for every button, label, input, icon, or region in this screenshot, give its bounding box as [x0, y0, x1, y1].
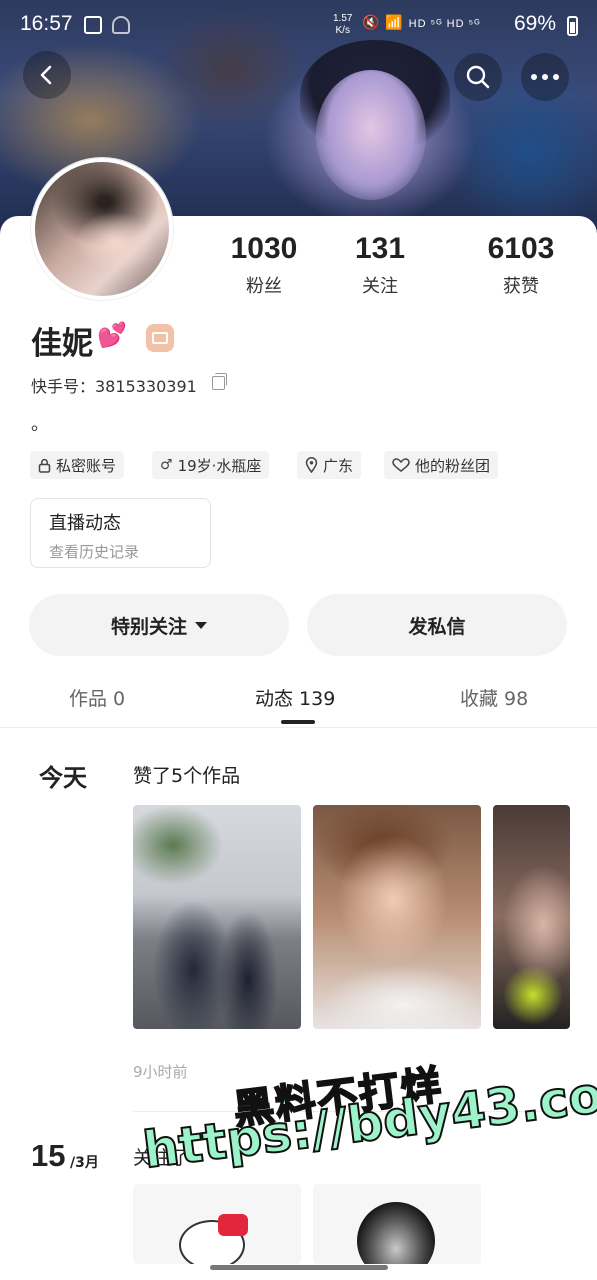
- feed-action: 赞了5个作品: [133, 765, 241, 787]
- more-button[interactable]: [521, 53, 569, 101]
- cover-photo-detail: [316, 70, 426, 200]
- net-speed-unit: K/s: [335, 25, 350, 36]
- stat-following[interactable]: 131 关注: [335, 232, 425, 298]
- stat-fans-label: 粉丝: [246, 276, 282, 297]
- home-indicator[interactable]: [210, 1265, 388, 1270]
- chevron-left-icon: [40, 65, 52, 85]
- status-right-icons: 🔇 📶 HD ⁵ᴳ HD ⁵ᴳ: [362, 14, 481, 31]
- tag-private-account[interactable]: 私密账号: [30, 451, 125, 479]
- gallery-notification-icon: [84, 16, 102, 34]
- level-badge-icon[interactable]: [146, 324, 174, 352]
- male-icon: ♂: [160, 457, 173, 473]
- wifi-icon: 📶: [385, 14, 404, 30]
- more-dots-icon: [531, 74, 559, 80]
- lock-icon: [38, 458, 51, 473]
- followed-user-card[interactable]: [133, 1184, 301, 1264]
- stat-likes-label: 获赞: [503, 276, 539, 297]
- profile-bio: 。: [31, 414, 49, 435]
- status-time: 16:57: [20, 12, 73, 35]
- special-follow-label: 特别关注: [110, 615, 187, 638]
- signal-text: HD ⁵ᴳ HD ⁵ᴳ: [408, 18, 481, 30]
- feed-date-month: /3月: [70, 1155, 99, 1171]
- tab-moments[interactable]: 动态 139: [255, 684, 335, 711]
- liked-work-thumbnail[interactable]: [313, 805, 481, 1029]
- tag-label: 私密账号: [56, 456, 117, 475]
- feed-action: 关注了: [133, 1147, 191, 1169]
- hearts-emoji: 💕: [97, 321, 127, 349]
- feed-date-day: 15: [31, 1138, 66, 1173]
- kuaishou-id: 快手号：3815330391: [31, 377, 197, 396]
- tag-label: 广东: [323, 456, 354, 475]
- search-icon: [466, 65, 490, 89]
- profile-name: 佳妮: [31, 326, 93, 362]
- stat-following-value: 131: [354, 232, 406, 265]
- battery-icon: [567, 16, 578, 36]
- status-bar: 16:57 1.57 K/s 🔇 📶 HD ⁵ᴳ HD ⁵ᴳ 69%: [0, 0, 597, 52]
- send-message-label: 发私信: [408, 615, 466, 638]
- user-avatar: [357, 1202, 435, 1264]
- tag-label: 19岁·水瓶座: [177, 456, 262, 475]
- app-notification-icon: [112, 16, 130, 34]
- liked-work-thumbnail[interactable]: [493, 805, 570, 1029]
- tab-favorites[interactable]: 收藏 98: [460, 684, 528, 711]
- stat-fans-value: 1030: [230, 232, 298, 265]
- divider: [0, 727, 597, 728]
- net-speed: 1.57 K/s: [333, 13, 352, 37]
- feed-time-ago: 9小时前: [133, 1063, 188, 1081]
- bow-icon: [218, 1214, 248, 1236]
- special-follow-button[interactable]: 特别关注: [29, 594, 289, 656]
- avatar[interactable]: [31, 158, 173, 300]
- back-button[interactable]: [23, 51, 71, 99]
- send-message-button[interactable]: 发私信: [307, 594, 567, 656]
- stat-fans[interactable]: 1030 粉丝: [205, 232, 323, 298]
- tag-age-zodiac[interactable]: ♂ 19岁·水瓶座: [152, 451, 270, 479]
- search-button[interactable]: [454, 53, 502, 101]
- followed-user-card[interactable]: [313, 1184, 481, 1264]
- tab-works[interactable]: 作品 0: [69, 684, 125, 711]
- stat-following-label: 关注: [362, 276, 398, 297]
- tag-fan-club[interactable]: 他的粉丝团: [384, 451, 499, 479]
- location-icon: [305, 457, 318, 473]
- live-history-subtitle: 查看历史记录: [49, 543, 140, 561]
- net-speed-value: 1.57: [333, 13, 353, 24]
- feed-day: 今天: [39, 764, 87, 792]
- tag-label: 他的粉丝团: [415, 456, 491, 475]
- live-history-title: 直播动态: [49, 513, 121, 534]
- tag-location[interactable]: 广东: [297, 451, 362, 479]
- live-history-card[interactable]: 直播动态 查看历史记录: [30, 498, 211, 568]
- active-tab-indicator: [281, 720, 315, 724]
- divider: [133, 1111, 597, 1112]
- mute-icon: 🔇: [362, 14, 381, 30]
- liked-work-thumbnail[interactable]: [133, 805, 301, 1029]
- battery-percent: 69%: [514, 12, 557, 35]
- stat-likes-value: 6103: [487, 232, 555, 265]
- stat-likes[interactable]: 6103 获赞: [462, 232, 580, 298]
- caret-down-icon: [195, 621, 207, 629]
- fan-club-icon: [392, 458, 410, 472]
- copy-icon[interactable]: [212, 373, 227, 390]
